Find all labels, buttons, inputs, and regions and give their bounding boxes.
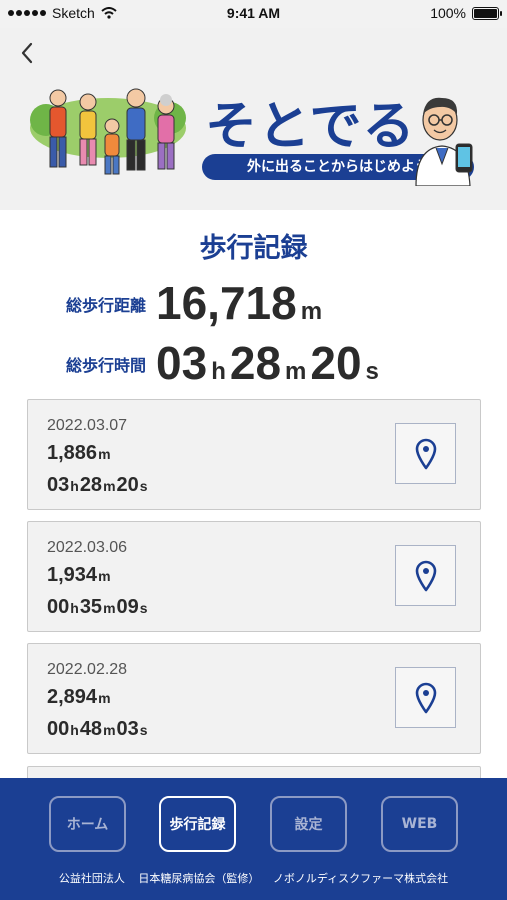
record-seconds: 09 xyxy=(116,596,139,618)
battery-percent: 100% xyxy=(430,5,466,21)
record-distance: 1,934m xyxy=(47,564,112,587)
bottom-navigation: ホーム 歩行記録 設定 WEB 公益社団法人 日本糖尿病協会（監修） ノボノルデ… xyxy=(0,778,507,900)
nav-settings-button[interactable]: 設定 xyxy=(270,796,347,852)
record-map-button[interactable] xyxy=(395,667,456,728)
record-date: 2022.03.06 xyxy=(47,539,128,556)
total-seconds: 20 xyxy=(310,337,362,389)
record-hours: 00 xyxy=(47,596,70,618)
battery-icon xyxy=(472,6,502,20)
record-map-button[interactable] xyxy=(395,545,456,606)
nav-home-button[interactable]: ホーム xyxy=(49,796,126,852)
status-bar: Sketch 9:41 AM 100% xyxy=(0,0,507,28)
record-seconds-unit: s xyxy=(139,600,148,616)
record-distance-unit: m xyxy=(98,446,111,462)
total-distance-value: 16,718 xyxy=(156,277,297,329)
map-pin-icon xyxy=(415,560,436,591)
record-duration: 00h48m03s xyxy=(47,718,149,741)
total-time-label: 総歩行時間 xyxy=(66,356,147,375)
total-distance-label: 総歩行距離 xyxy=(66,296,147,315)
record-seconds-unit: s xyxy=(139,722,148,738)
record-card[interactable]: 2022.03.07 1,886m 03h28m20s xyxy=(27,399,481,510)
nav-web-button[interactable]: WEB xyxy=(381,796,458,852)
record-distance-unit: m xyxy=(98,690,111,706)
record-date: 2022.02.28 xyxy=(47,661,128,678)
record-distance-value: 1,934 xyxy=(47,564,98,586)
family-walking-illustration xyxy=(30,88,186,175)
minutes-unit: m xyxy=(285,358,307,385)
record-minutes: 48 xyxy=(79,718,103,740)
hours-unit: h xyxy=(211,358,226,385)
back-button[interactable] xyxy=(12,38,42,68)
status-right: 100% xyxy=(430,5,502,21)
record-distance: 2,894m xyxy=(47,686,112,709)
record-minutes-unit: m xyxy=(103,478,116,494)
record-card[interactable]: 2022.03.06 1,934m 00h35m09s xyxy=(27,521,481,632)
record-hours-unit: h xyxy=(70,722,79,738)
map-pin-icon xyxy=(415,682,436,713)
footer-credits: 公益社団法人 日本糖尿病協会（監修） ノボノルディスクファーマ株式会社 xyxy=(58,872,449,885)
total-hours: 03 xyxy=(156,337,208,389)
total-distance-row: 総歩行距離 16,718 m xyxy=(66,280,326,326)
record-card[interactable]: 2022.02.28 2,894m 00h48m03s xyxy=(27,643,481,754)
total-minutes: 28 xyxy=(229,337,282,389)
seconds-unit: s xyxy=(365,358,379,385)
map-pin-icon xyxy=(415,438,436,469)
record-date: 2022.03.07 xyxy=(47,417,128,434)
record-seconds-unit: s xyxy=(139,478,148,494)
record-seconds: 20 xyxy=(116,474,139,496)
record-hours: 00 xyxy=(47,718,70,740)
record-distance-unit: m xyxy=(98,568,111,584)
record-hours-unit: h xyxy=(70,600,79,616)
record-distance-value: 1,886 xyxy=(47,442,98,464)
record-minutes-unit: m xyxy=(103,600,116,616)
record-hours-unit: h xyxy=(70,478,79,494)
total-distance-unit: m xyxy=(300,298,323,325)
record-minutes: 28 xyxy=(79,474,103,496)
record-duration: 03h28m20s xyxy=(47,474,149,497)
record-minutes-unit: m xyxy=(103,722,116,738)
nav-records-button[interactable]: 歩行記録 xyxy=(159,796,236,852)
doctor-illustration xyxy=(415,97,473,186)
record-distance: 1,886m xyxy=(47,442,112,465)
record-distance-value: 2,894 xyxy=(47,686,98,708)
app-header: そとでる 外に出ることからはじめよう xyxy=(0,28,507,210)
record-duration: 00h35m09s xyxy=(47,596,149,619)
total-time-row: 総歩行時間 03 h 28 m 20 s xyxy=(66,340,383,386)
brand-title: そとでる xyxy=(205,97,416,157)
record-map-button[interactable] xyxy=(395,423,456,484)
chevron-left-icon xyxy=(21,42,33,64)
record-seconds: 03 xyxy=(116,718,139,740)
section-title: 歩行記録 xyxy=(199,233,308,264)
record-minutes: 35 xyxy=(79,596,103,618)
record-hours: 03 xyxy=(47,474,70,496)
